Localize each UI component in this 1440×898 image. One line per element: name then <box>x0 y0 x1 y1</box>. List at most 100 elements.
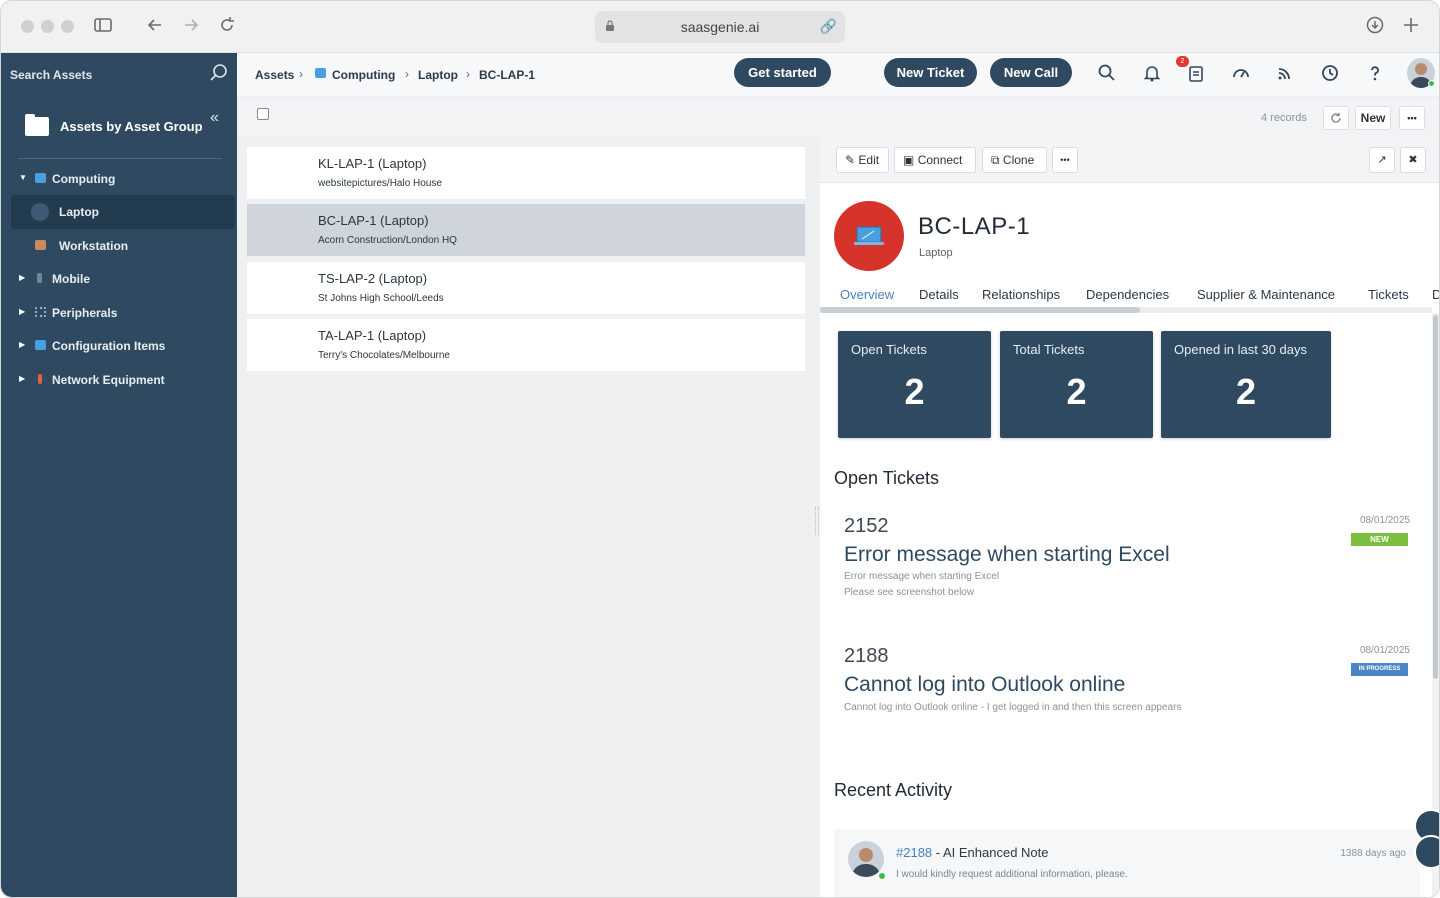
breadcrumb-laptop[interactable]: Laptop <box>418 68 458 82</box>
tab-tickets[interactable]: Tickets <box>1368 287 1409 302</box>
sidebar-item-mobile[interactable]: ▶ Mobile <box>1 262 237 296</box>
new-record-button[interactable]: New <box>1355 106 1391 130</box>
stat-card-total-tickets[interactable]: Total Tickets 2 <box>1000 331 1153 438</box>
breadcrumb-computing[interactable]: Computing <box>332 68 395 82</box>
activity-item[interactable]: #2188 - AI Enhanced Note I would kindly … <box>834 829 1420 897</box>
forward-arrow-icon[interactable] <box>179 15 203 39</box>
more-actions-button[interactable]: ••• <box>1052 147 1078 173</box>
asset-list-item[interactable]: TA-LAP-1 (Laptop) Terry's Chocolates/Mel… <box>247 319 805 371</box>
asset-list-item-selected[interactable]: BC-LAP-1 (Laptop) Acorn Construction/Lon… <box>247 204 805 256</box>
sidebar-item-network-equipment[interactable]: ▶ Network Equipment <box>1 363 237 397</box>
link-icon[interactable]: 🔗 <box>820 18 837 35</box>
tab-overflow[interactable]: D <box>1432 287 1439 302</box>
caret-right-icon[interactable]: ▶ <box>19 307 25 316</box>
peripherals-icon <box>35 307 46 317</box>
activity-ticket-link[interactable]: #2188 <box>896 845 932 860</box>
stat-card-open-tickets[interactable]: Open Tickets 2 <box>838 331 991 438</box>
ticket-title[interactable]: Error message when starting Excel <box>844 543 1170 567</box>
asset-subtitle: St Johns High School/Leeds <box>318 293 444 304</box>
tab-overview[interactable]: Overview <box>840 287 894 302</box>
close-panel-button[interactable]: ✖ <box>1400 147 1426 173</box>
asset-detail-panel: ✎ Edit ▣ Connect ⧉ Clone ••• ↗ ✖ BC-LAP-… <box>820 137 1439 897</box>
config-icon <box>35 340 46 350</box>
download-icon[interactable] <box>1363 15 1387 39</box>
tab-supplier-maintenance[interactable]: Supplier & Maintenance <box>1197 287 1335 302</box>
online-status-dot <box>878 872 886 880</box>
asset-subtitle: Acorn Construction/London HQ <box>318 235 457 246</box>
new-ticket-button[interactable]: New Ticket <box>884 58 977 87</box>
caret-right-icon[interactable]: ▶ <box>19 374 25 383</box>
connect-button[interactable]: ▣ Connect <box>894 147 976 173</box>
connect-label: Connect <box>917 153 963 167</box>
window-minimize-button[interactable] <box>41 20 54 33</box>
tab-relationships[interactable]: Relationships <box>982 287 1060 302</box>
sidebar-item-laptop[interactable]: Laptop <box>11 195 235 229</box>
caret-right-icon[interactable]: ▶ <box>19 273 25 282</box>
window-zoom-button[interactable] <box>61 20 74 33</box>
select-all-checkbox[interactable] <box>257 108 269 120</box>
search-icon[interactable] <box>1097 63 1117 83</box>
rss-feed-icon[interactable] <box>1275 63 1295 83</box>
ticket-card[interactable]: 2188 Cannot log into Outlook online Cann… <box>834 645 1420 755</box>
help-icon[interactable] <box>1365 63 1385 83</box>
new-call-button[interactable]: New Call <box>990 58 1072 87</box>
sidebar-item-workstation[interactable]: Workstation <box>1 229 237 263</box>
url-text: saasgenie.ai <box>680 19 760 35</box>
speedometer-icon[interactable] <box>1231 63 1251 83</box>
browser-chrome: saasgenie.ai 🔗 <box>1 1 1439 53</box>
sidebar-toggle-icon[interactable] <box>91 15 115 39</box>
open-tickets-heading: Open Tickets <box>834 468 940 488</box>
search-icon[interactable] <box>209 63 229 83</box>
ticket-card[interactable]: 2152 Error message when starting Excel E… <box>834 515 1420 625</box>
vertical-scrollbar-thumb[interactable] <box>1433 315 1438 679</box>
stat-card-opened-last-30-days[interactable]: Opened in last 30 days 2 <box>1161 331 1331 438</box>
caret-down-icon[interactable]: ▼ <box>19 173 27 182</box>
caret-right-icon[interactable]: ▶ <box>19 340 25 349</box>
ticket-id: 2188 <box>844 645 889 667</box>
window-close-button[interactable] <box>21 20 34 33</box>
back-arrow-icon[interactable] <box>143 15 167 39</box>
breadcrumb-assets[interactable]: Assets <box>255 68 294 82</box>
open-external-button[interactable]: ↗ <box>1369 147 1395 173</box>
status-badge: IN PROGRESS <box>1351 663 1408 676</box>
collapse-sidebar-icon[interactable]: « <box>210 109 219 127</box>
asset-list-item[interactable]: KL-LAP-1 (Laptop) websitepictures/Halo H… <box>247 147 805 199</box>
monitor-icon <box>315 68 326 78</box>
status-badge: NEW <box>1351 533 1408 546</box>
panel-resize-handle[interactable] <box>815 507 819 535</box>
tab-details[interactable]: Details <box>919 287 959 302</box>
clone-button[interactable]: ⧉ Clone <box>982 147 1047 173</box>
tab-dependencies[interactable]: Dependencies <box>1086 287 1169 302</box>
sidebar-item-label: Configuration Items <box>52 339 166 353</box>
sidebar-item-peripherals[interactable]: ▶ Peripherals <box>1 296 237 330</box>
sidebar-item-label: Computing <box>52 172 116 186</box>
asset-title: BC-LAP-1 (Laptop) <box>318 213 429 228</box>
sidebar-item-computing[interactable]: ▼ Computing <box>1 162 237 196</box>
edit-button[interactable]: ✎ Edit <box>836 147 889 173</box>
asset-avatar <box>834 201 904 271</box>
stat-label: Open Tickets <box>851 342 927 357</box>
more-options-button[interactable]: ••• <box>1399 106 1425 130</box>
breadcrumb-separator: › <box>299 67 303 81</box>
tab-scrollbar-thumb[interactable] <box>820 307 1140 313</box>
ticket-description-line-2: Please see screenshot below <box>844 587 975 598</box>
refresh-button[interactable] <box>1323 106 1349 130</box>
divider <box>18 158 222 159</box>
laptop-icon <box>854 226 884 245</box>
clipboard-icon[interactable] <box>1186 63 1206 83</box>
get-started-button[interactable]: Get started <box>734 58 831 87</box>
sidebar-item-configuration-items[interactable]: ▶ Configuration Items <box>1 329 237 363</box>
new-tab-icon[interactable] <box>1399 15 1423 39</box>
ticket-title[interactable]: Cannot log into Outlook online <box>844 673 1125 697</box>
ai-sparkle-float-button[interactable] <box>1414 835 1439 869</box>
bell-icon[interactable] <box>1142 63 1162 83</box>
clock-icon[interactable] <box>1320 63 1340 83</box>
avatar <box>848 841 884 877</box>
asset-list-item[interactable]: TS-LAP-2 (Laptop) St Johns High School/L… <box>247 262 805 314</box>
address-bar[interactable]: saasgenie.ai 🔗 <box>595 11 845 43</box>
reload-icon[interactable] <box>215 15 239 39</box>
clone-label: Clone <box>1002 153 1035 167</box>
search-assets-input[interactable]: Search Assets <box>10 68 92 82</box>
breadcrumb-current: BC-LAP-1 <box>479 68 535 82</box>
laptop-icon <box>31 203 49 221</box>
